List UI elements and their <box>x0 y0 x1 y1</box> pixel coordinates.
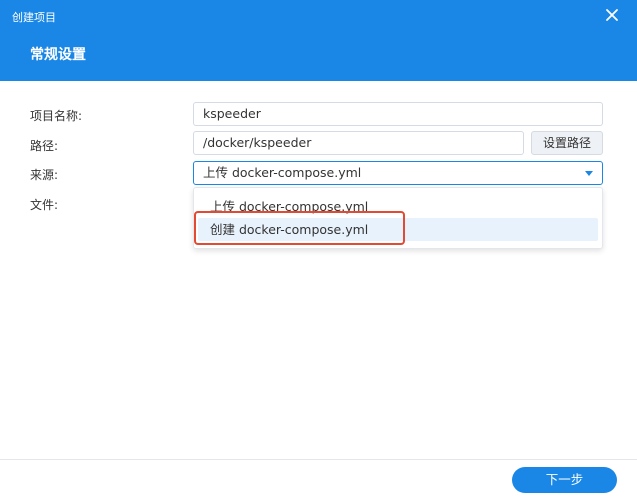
source-label: 来源: <box>30 168 59 182</box>
footer-divider <box>0 459 637 460</box>
chevron-down-icon <box>585 171 593 176</box>
highlight-annotation-box <box>194 211 405 245</box>
source-select[interactable]: 上传 docker-compose.yml <box>193 161 603 185</box>
set-path-button[interactable]: 设置路径 <box>531 131 603 155</box>
window-title: 创建项目 <box>12 11 56 24</box>
close-button[interactable] <box>602 5 622 25</box>
project-name-label: 项目名称: <box>30 109 83 123</box>
dialog-header: 创建项目 常规设置 <box>0 0 637 81</box>
file-label: 文件: <box>30 198 59 212</box>
source-select-value: 上传 docker-compose.yml <box>203 165 362 180</box>
section-title: 常规设置 <box>30 47 86 63</box>
next-button[interactable]: 下一步 <box>512 467 617 493</box>
path-input[interactable]: /docker/kspeeder <box>193 131 524 155</box>
project-name-input[interactable]: kspeeder <box>193 102 603 126</box>
close-icon <box>606 9 618 21</box>
path-label: 路径: <box>30 139 59 153</box>
